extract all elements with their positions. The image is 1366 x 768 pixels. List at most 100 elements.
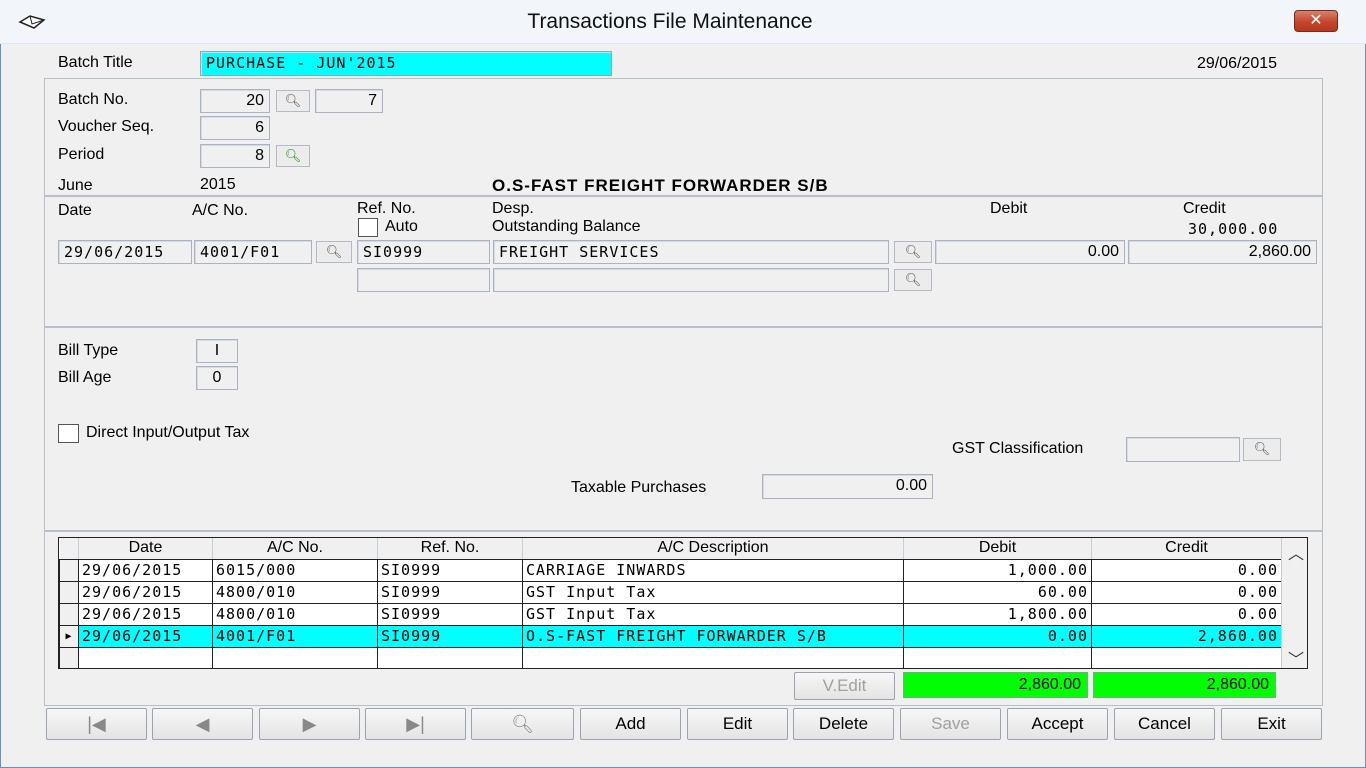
grid-header-ac[interactable]: A/C No.	[212, 538, 378, 560]
grid-header-desc[interactable]: A/C Description	[522, 538, 904, 560]
batch-no-label: Batch No.	[58, 91, 129, 108]
entry-date-field[interactable]: 29/06/2015	[58, 240, 192, 264]
cell-ac[interactable]: 4800/010	[212, 602, 378, 626]
grid-header-ref[interactable]: Ref. No.	[377, 538, 523, 560]
last-record-button[interactable]: ▶|	[365, 708, 466, 740]
voucher-seq-field[interactable]: 6	[200, 116, 270, 140]
ref-no-col-label: Ref. No.	[357, 200, 416, 217]
scroll-down-icon[interactable]: ﹀	[1288, 646, 1304, 668]
cell-ref[interactable]: SI0999	[377, 602, 523, 626]
cell-credit[interactable]: 0.00	[1091, 602, 1282, 626]
grid-header-credit[interactable]: Credit	[1091, 538, 1282, 560]
cell-date[interactable]: 29/06/2015	[78, 558, 213, 582]
cell-date[interactable]: 29/06/2015	[78, 624, 213, 648]
accept-button[interactable]: Accept	[1007, 708, 1108, 740]
batch-no-field[interactable]: 20	[200, 89, 270, 113]
cell-credit[interactable]	[1091, 646, 1282, 668]
total-credit: 2,860.00	[1093, 672, 1276, 698]
entry-desp-field[interactable]: FREIGHT SERVICES	[493, 240, 889, 264]
cell-debit[interactable]: 1,000.00	[903, 558, 1092, 582]
cell-desc[interactable]	[522, 646, 904, 668]
transactions-grid[interactable]: Date A/C No. Ref. No. A/C Description De…	[58, 537, 1308, 669]
entry-debit-field[interactable]: 0.00	[935, 240, 1125, 264]
direct-tax-checkbox[interactable]	[58, 424, 79, 443]
cell-ref[interactable]: SI0999	[377, 580, 523, 604]
cell-debit[interactable]: 60.00	[903, 580, 1092, 604]
cell-desc[interactable]: GST Input Tax	[522, 602, 904, 626]
entry-desp-field-2[interactable]	[493, 268, 889, 292]
entry-credit-field[interactable]: 2,860.00	[1128, 240, 1317, 264]
grid-scrollbar[interactable]: ︿ ﹀	[1281, 538, 1307, 668]
cancel-button[interactable]: Cancel	[1114, 708, 1215, 740]
bill-type-field[interactable]: I	[196, 339, 238, 363]
period-field[interactable]: 8	[200, 144, 270, 168]
scroll-up-icon[interactable]: ︿	[1288, 540, 1304, 564]
gst-lookup-button[interactable]: 🔍︎	[1243, 438, 1281, 461]
cell-desc[interactable]: CARRIAGE INWARDS	[522, 558, 904, 582]
taxable-field[interactable]: 0.00	[762, 474, 933, 499]
table-row-selected[interactable]: ▶ 29/06/2015 4001/F01 SI0999 O.S-FAST FR…	[59, 624, 1282, 648]
row-indicator[interactable]	[59, 646, 79, 668]
cell-ac[interactable]: 4800/010	[212, 580, 378, 604]
cell-desc[interactable]: O.S-FAST FREIGHT FORWARDER S/B	[522, 624, 904, 648]
entry-ref-field-2[interactable]	[357, 268, 490, 292]
ac-lookup-button[interactable]: 🔍︎	[316, 241, 352, 263]
row-indicator[interactable]	[59, 580, 79, 604]
batch-no-field-2[interactable]: 7	[315, 89, 383, 113]
table-row[interactable]: 29/06/2015 4800/010 SI0999 GST Input Tax…	[59, 580, 1282, 604]
save-button[interactable]: Save	[900, 708, 1001, 740]
table-row[interactable]: 29/06/2015 6015/000 SI0999 CARRIAGE INWA…	[59, 558, 1282, 582]
period-lookup-button[interactable]: 🔍︎	[276, 145, 310, 167]
cell-ref[interactable]	[377, 646, 523, 668]
table-row[interactable]: 29/06/2015 4800/010 SI0999 GST Input Tax…	[59, 602, 1282, 626]
vedit-button[interactable]: V.Edit	[794, 672, 895, 700]
desp-lookup-button-2[interactable]: 🔍︎	[894, 269, 932, 291]
date-col-label: Date	[58, 202, 92, 219]
cell-ac[interactable]: 6015/000	[212, 558, 378, 582]
table-row-new[interactable]	[59, 646, 1282, 668]
find-button[interactable]: 🔍︎	[471, 708, 574, 740]
grid-header-date[interactable]: Date	[78, 538, 213, 560]
cell-date[interactable]: 29/06/2015	[78, 580, 213, 604]
cell-desc[interactable]: GST Input Tax	[522, 580, 904, 604]
credit-col-label: Credit	[1183, 200, 1226, 217]
grid-header-debit[interactable]: Debit	[903, 538, 1092, 560]
batch-title-field[interactable]: PURCHASE - JUN'2015	[200, 51, 612, 76]
cell-ref[interactable]: SI0999	[377, 558, 523, 582]
search-icon: 🔍︎	[284, 93, 302, 108]
gst-field[interactable]	[1126, 437, 1240, 462]
row-indicator[interactable]	[59, 602, 79, 626]
cell-ac[interactable]	[212, 646, 378, 668]
cell-credit[interactable]: 0.00	[1091, 558, 1282, 582]
cell-debit[interactable]: 0.00	[903, 624, 1092, 648]
add-button[interactable]: Add	[580, 708, 681, 740]
auto-label: Auto	[385, 218, 418, 235]
row-pointer-icon[interactable]: ▶	[59, 624, 79, 648]
cell-ref[interactable]: SI0999	[377, 624, 523, 648]
bill-age-field[interactable]: 0	[196, 366, 238, 390]
voucher-seq-label: Voucher Seq.	[58, 118, 155, 135]
bill-age-label: Bill Age	[58, 369, 112, 386]
edit-button[interactable]: Edit	[687, 708, 788, 740]
search-icon: 🔍︎	[904, 244, 922, 259]
entry-ref-field[interactable]: SI0999	[357, 240, 490, 264]
cell-credit[interactable]: 2,860.00	[1091, 624, 1282, 648]
desp-lookup-button[interactable]: 🔍︎	[894, 241, 932, 263]
batch-lookup-button[interactable]: 🔍︎	[276, 90, 310, 112]
cell-date[interactable]	[78, 646, 213, 668]
ac-no-col-label: A/C No.	[192, 202, 249, 219]
cell-debit[interactable]	[903, 646, 1092, 668]
cell-date[interactable]: 29/06/2015	[78, 602, 213, 626]
next-record-button[interactable]: ▶	[259, 708, 360, 740]
auto-checkbox[interactable]	[358, 218, 378, 237]
entry-ac-field[interactable]: 4001/F01	[194, 240, 312, 264]
exit-button[interactable]: Exit	[1221, 708, 1322, 740]
first-record-button[interactable]: |◀	[46, 708, 147, 740]
delete-button[interactable]: Delete	[793, 708, 894, 740]
cell-credit[interactable]: 0.00	[1091, 580, 1282, 604]
cell-debit[interactable]: 1,800.00	[903, 602, 1092, 626]
cell-ac[interactable]: 4001/F01	[212, 624, 378, 648]
close-button[interactable]: ✕	[1294, 10, 1338, 32]
row-indicator[interactable]	[59, 558, 79, 582]
prev-record-button[interactable]: ◀	[152, 708, 253, 740]
